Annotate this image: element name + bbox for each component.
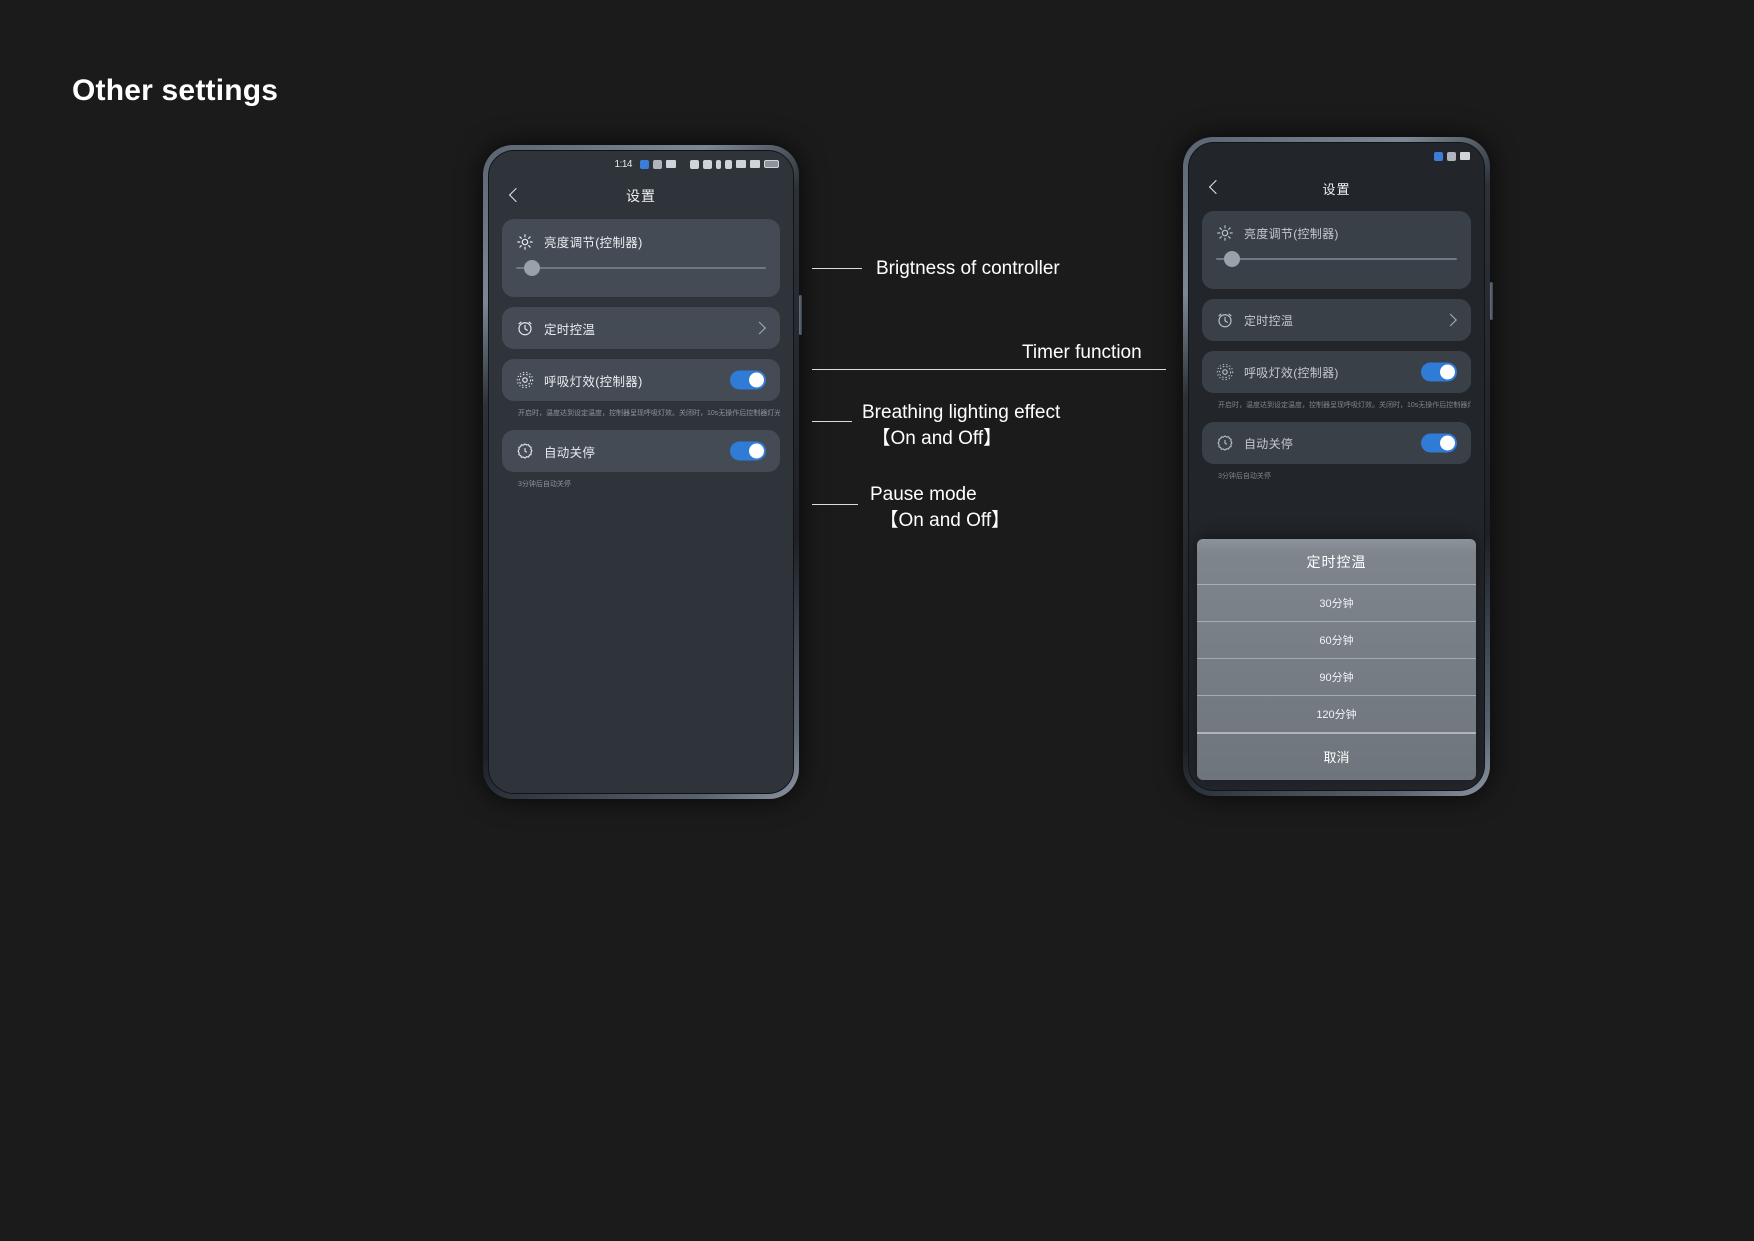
caption-auto-stop: 3分钟后自动关停 xyxy=(518,481,571,489)
sim-icon xyxy=(1460,152,1470,160)
setting-card-breathing[interactable]: 呼吸灯效(控制器) xyxy=(1202,351,1471,393)
setting-label-auto-stop: 自动关停 xyxy=(1244,436,1294,451)
vpn-icon xyxy=(666,160,676,168)
chevron-left-icon[interactable] xyxy=(1207,181,1221,195)
breathing-light-icon xyxy=(1216,363,1234,381)
leader-line-breathing xyxy=(812,421,852,422)
dnd-icon xyxy=(1447,151,1456,161)
sun-icon xyxy=(516,233,534,251)
setting-label-brightness: 亮度调节(控制器) xyxy=(544,236,643,250)
clock-icon xyxy=(1216,311,1234,329)
bluetooth-icon xyxy=(716,159,721,169)
auto-stop-icon xyxy=(516,442,534,460)
setting-card-brightness[interactable]: 亮度调节(控制器) xyxy=(1202,211,1471,289)
status-time: 1:14 xyxy=(614,158,633,170)
setting-card-breathing[interactable]: 呼吸灯效(控制器) xyxy=(502,359,780,401)
wifi-icon xyxy=(736,160,746,168)
status-bar-left: 1:14 xyxy=(489,151,793,173)
alarm-icon xyxy=(640,159,649,169)
leader-line-timer xyxy=(812,369,1166,370)
phone-left-body: 1:14 设置 亮度调节(控制器) 定时控温 呼吸灯效(控制器) 开启时，温度达… xyxy=(488,150,794,794)
phone-power-button-right[interactable] xyxy=(1490,282,1493,320)
toggle-breathing[interactable] xyxy=(1421,362,1457,382)
action-sheet-option-120[interactable]: 120分钟 xyxy=(1197,695,1476,732)
settings-list-right: 亮度调节(控制器) 定时控温 呼吸灯效(控制器) 开启时，温度达到设定温度，控制… xyxy=(1189,211,1484,493)
action-sheet-cancel-button[interactable]: 取消 xyxy=(1197,732,1476,780)
caption-auto-stop: 3分钟后自动关停 xyxy=(1218,473,1271,481)
dnd-icon xyxy=(653,159,662,169)
brightness-slider[interactable] xyxy=(516,260,766,276)
leader-line-pause xyxy=(812,504,858,505)
setting-card-auto-stop[interactable]: 自动关停 xyxy=(502,430,780,473)
annotation-breathing: Breathing lighting effect 【On and Off】 xyxy=(862,402,1061,449)
toggle-auto-stop[interactable] xyxy=(730,441,766,461)
brightness-slider-handle[interactable] xyxy=(1224,251,1240,267)
screen-title: 设置 xyxy=(626,188,656,204)
setting-card-timer[interactable]: 定时控温 xyxy=(1202,299,1471,341)
mute-icon xyxy=(725,159,732,169)
setting-card-auto-stop[interactable]: 自动关停 xyxy=(1202,422,1471,465)
annotation-brightness: Brigtness of controller xyxy=(876,258,1060,279)
signal-icon xyxy=(750,160,760,168)
alarm-icon xyxy=(1434,151,1443,161)
action-sheet-option-30[interactable]: 30分钟 xyxy=(1197,584,1476,621)
phone-power-button[interactable] xyxy=(799,295,802,335)
caption-breathing: 开启时，温度达到设定温度，控制器呈现呼吸灯效。关闭时，10s无操作后控制器灯光自… xyxy=(1218,402,1471,409)
setting-label-timer: 定时控温 xyxy=(544,322,596,337)
phone-left-screen: 1:14 设置 亮度调节(控制器) 定时控温 呼吸灯效(控制器) 开启时，温度达… xyxy=(489,151,793,793)
phone-mockup-left: 1:14 设置 亮度调节(控制器) 定时控温 呼吸灯效(控制器) 开启时，温度达… xyxy=(483,145,802,799)
annotation-timer: Timer function xyxy=(1022,342,1142,363)
settings-list-left: 亮度调节(控制器) 定时控温 呼吸灯效(控制器) 开启时，温度达到设定温度，控制… xyxy=(489,219,793,501)
action-sheet-option-60[interactable]: 60分钟 xyxy=(1197,621,1476,658)
auto-stop-icon xyxy=(1216,434,1234,452)
leader-line-brightness xyxy=(812,268,862,269)
page-title: Other settings xyxy=(72,74,279,107)
annotation-pause: Pause mode 【On and Off】 xyxy=(870,484,1011,531)
battery-icon xyxy=(764,160,779,168)
caption-breathing: 开启时，温度达到设定温度，控制器呈现呼吸灯效。关闭时，10s无操作后控制器灯光自… xyxy=(518,410,780,417)
setting-label-breathing: 呼吸灯效(控制器) xyxy=(1244,365,1339,380)
toggle-breathing[interactable] xyxy=(730,370,766,390)
brightness-slider-handle[interactable] xyxy=(524,260,540,276)
action-sheet-title: 定时控温 xyxy=(1306,554,1367,570)
nav-bar-left: 设置 xyxy=(489,173,793,219)
phone-mockup-right: 设置 亮度调节(控制器) 定时控温 呼吸灯效(控制器) 开启时，温度达到设定温度… xyxy=(1183,137,1493,796)
breathing-light-icon xyxy=(516,371,534,389)
setting-label-timer: 定时控温 xyxy=(1244,313,1294,328)
nav-bar-right: 设置 xyxy=(1189,165,1484,211)
setting-card-brightness[interactable]: 亮度调节(控制器) xyxy=(502,219,780,297)
chevron-right-icon[interactable] xyxy=(1444,313,1457,327)
setting-label-breathing: 呼吸灯效(控制器) xyxy=(544,374,643,389)
setting-card-timer[interactable]: 定时控温 xyxy=(502,307,780,349)
setting-label-auto-stop: 自动关停 xyxy=(544,445,596,460)
toggle-auto-stop[interactable] xyxy=(1421,433,1457,453)
screen-title: 设置 xyxy=(1322,181,1351,197)
chevron-left-icon[interactable] xyxy=(507,189,521,203)
chevron-right-icon[interactable] xyxy=(753,321,766,335)
nfc-icon xyxy=(703,159,712,169)
sim-icon xyxy=(690,159,699,169)
clock-icon xyxy=(516,319,534,337)
brightness-slider[interactable] xyxy=(1216,251,1457,267)
sun-icon xyxy=(1216,224,1234,242)
timer-action-sheet: 定时控温 30分钟 60分钟 90分钟 120分钟 取消 xyxy=(1197,539,1476,780)
phone-right-body: 设置 亮度调节(控制器) 定时控温 呼吸灯效(控制器) 开启时，温度达到设定温度… xyxy=(1188,142,1485,791)
poster-canvas: Other settings 1:14 设置 亮度调节(控制器) 定时控温 呼吸… xyxy=(0,0,1754,1241)
action-sheet-option-90[interactable]: 90分钟 xyxy=(1197,658,1476,695)
setting-label-brightness: 亮度调节(控制器) xyxy=(1244,226,1339,241)
phone-right-screen: 设置 亮度调节(控制器) 定时控温 呼吸灯效(控制器) 开启时，温度达到设定温度… xyxy=(1189,143,1484,790)
status-bar-right xyxy=(1189,143,1484,165)
